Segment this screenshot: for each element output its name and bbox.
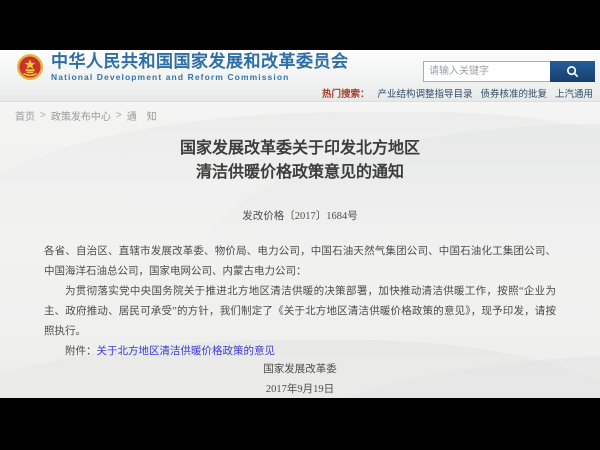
document-title-line1: 国家发展改革委关于印发北方地区: [180, 140, 420, 157]
document-article: 国家发展改革委关于印发北方地区 清洁供暖价格政策意见的通知 发改价格〔2017〕…: [0, 50, 600, 398]
webpage: 中华人民共和国国家发展和改革委员会 National Development a…: [0, 50, 600, 398]
attachment-label: 附件：: [65, 346, 97, 357]
document-date: 2017年9月19日: [0, 381, 600, 396]
paragraph-addressees: 各省、自治区、直辖市发展改革委、物价局、电力公司，中国石油天然气集团公司、中国石…: [44, 242, 556, 282]
document-number: 发改价格〔2017〕1684号: [0, 208, 600, 223]
attachment-link[interactable]: 关于北方地区清洁供暖价格政策的意见: [97, 346, 276, 357]
paragraph-main: 为贯彻落实党中央国务院关于推进北方地区清洁供暖的决策部署，加快推动清洁供暖工作，…: [44, 282, 556, 342]
document-body: 各省、自治区、直辖市发展改革委、物价局、电力公司，中国石油天然气集团公司、中国石…: [44, 242, 556, 362]
document-signature: 国家发展改革委: [0, 361, 600, 376]
letterbox-bottom: [0, 398, 600, 450]
attachment-line: 附件：关于北方地区清洁供暖价格政策的意见: [44, 342, 556, 362]
document-title-line2: 清洁供暖价格政策意见的通知: [196, 164, 404, 181]
document-title: 国家发展改革委关于印发北方地区 清洁供暖价格政策意见的通知: [0, 137, 600, 185]
letterbox-top: [0, 0, 600, 50]
